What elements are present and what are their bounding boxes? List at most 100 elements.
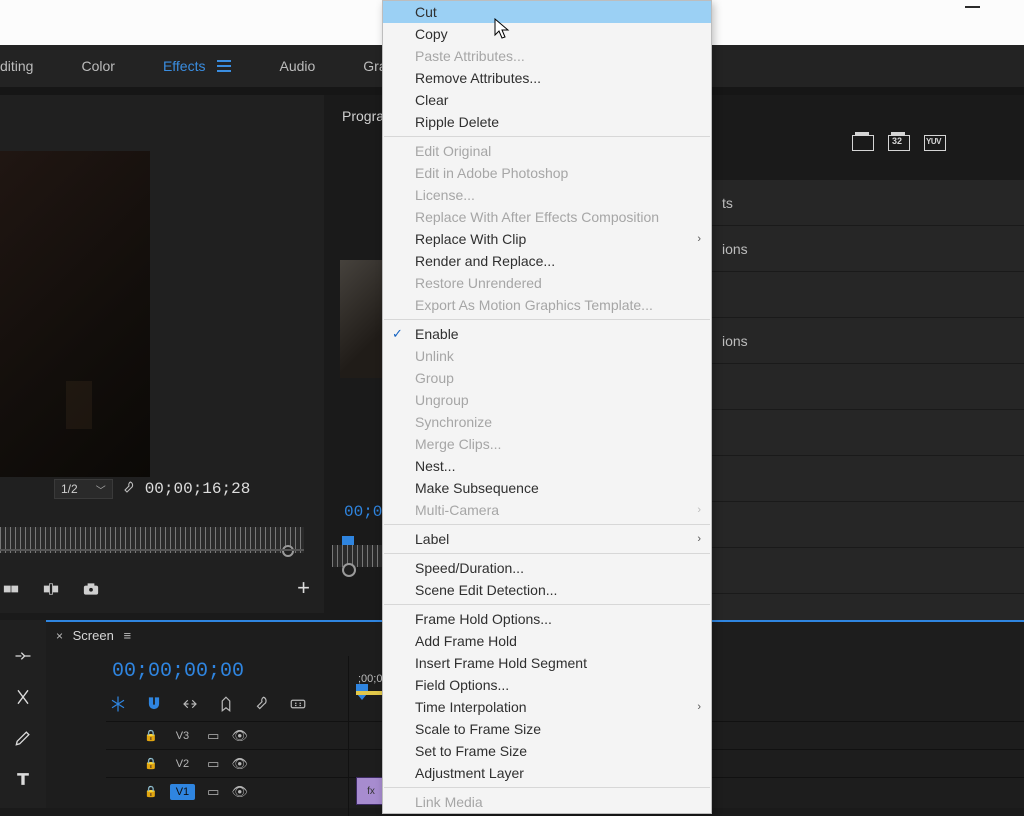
ctx-paste-attributes: Paste Attributes... bbox=[383, 45, 711, 67]
close-icon[interactable]: × bbox=[56, 629, 63, 643]
ctx-cut[interactable]: Cut bbox=[383, 1, 711, 23]
ctx-unlink: Unlink bbox=[383, 345, 711, 367]
ctx-separator bbox=[384, 553, 710, 554]
lock-icon[interactable]: 🔒 bbox=[144, 729, 158, 742]
ctx-replace-with-clip[interactable]: Replace With Clip› bbox=[383, 228, 711, 250]
ctx-ungroup: Ungroup bbox=[383, 389, 711, 411]
ctx-merge-clips: Merge Clips... bbox=[383, 433, 711, 455]
effect-row[interactable] bbox=[712, 272, 1024, 318]
yuv-icon[interactable]: YUV bbox=[924, 134, 946, 152]
ctx-add-frame-hold[interactable]: Add Frame Hold bbox=[383, 630, 711, 652]
workspace-tab-color[interactable]: Color bbox=[81, 58, 114, 74]
workspace-tab-effects[interactable]: Effects bbox=[163, 58, 206, 74]
playback-resolution-value: 1/2 bbox=[61, 482, 78, 496]
source-time-ruler[interactable] bbox=[0, 527, 304, 553]
ctx-time-interpolation[interactable]: Time Interpolation› bbox=[383, 696, 711, 718]
ctx-label[interactable]: Label› bbox=[383, 528, 711, 550]
toggle-visibility-eye-icon[interactable]: 👁 bbox=[231, 784, 248, 800]
source-button-row bbox=[0, 575, 324, 603]
effect-row[interactable]: ts bbox=[712, 180, 1024, 226]
workspace-tab-audio[interactable]: Audio bbox=[279, 58, 315, 74]
effect-row[interactable] bbox=[712, 364, 1024, 410]
source-playback-row: 1/2 ﹀ 00;00;16;28 bbox=[54, 477, 324, 501]
ctx-enable[interactable]: ✓Enable bbox=[383, 323, 711, 345]
effect-row[interactable] bbox=[712, 410, 1024, 456]
panel-menu-icon[interactable]: ≡ bbox=[123, 628, 131, 643]
effect-row[interactable]: ions bbox=[712, 318, 1024, 364]
timeline-timecode[interactable]: 00;00;00;00 bbox=[112, 660, 244, 683]
marker-icon[interactable] bbox=[216, 694, 236, 714]
ctx-copy[interactable]: Copy bbox=[383, 23, 711, 45]
toggle-visibility-eye-icon[interactable]: 👁 bbox=[231, 728, 248, 744]
lock-icon[interactable]: 🔒 bbox=[144, 757, 158, 770]
pen-tool-icon[interactable] bbox=[13, 728, 33, 753]
window-minimize-button[interactable] bbox=[965, 6, 980, 8]
ctx-render-replace[interactable]: Render and Replace... bbox=[383, 250, 711, 272]
ctx-scale-to-frame[interactable]: Scale to Frame Size bbox=[383, 718, 711, 740]
playback-resolution-select[interactable]: 1/2 ﹀ bbox=[54, 479, 113, 499]
toggle-visibility-eye-icon[interactable]: 👁 bbox=[231, 756, 248, 772]
effect-row[interactable] bbox=[712, 456, 1024, 502]
timeline-settings-wrench-icon[interactable] bbox=[252, 694, 272, 714]
calendar-icon[interactable] bbox=[852, 134, 874, 152]
ctx-restore-unrendered: Restore Unrendered bbox=[383, 272, 711, 294]
ctx-group: Group bbox=[383, 367, 711, 389]
effect-row[interactable] bbox=[712, 548, 1024, 594]
clip-context-menu: Cut Copy Paste Attributes... Remove Attr… bbox=[382, 0, 712, 814]
toggle-output-icon[interactable]: ▭ bbox=[207, 728, 219, 744]
insert-icon[interactable] bbox=[0, 579, 22, 599]
submenu-arrow-icon: › bbox=[697, 504, 701, 516]
export-frame-camera-icon[interactable] bbox=[80, 579, 102, 599]
ctx-scene-edit-detection[interactable]: Scene Edit Detection... bbox=[383, 579, 711, 601]
source-timecode[interactable]: 00;00;16;28 bbox=[145, 480, 251, 498]
button-editor-plus-icon[interactable]: + bbox=[297, 575, 310, 601]
ctx-link-media: Link Media bbox=[383, 791, 711, 813]
track-label[interactable]: V2 bbox=[170, 756, 195, 772]
timeline-tool-strip bbox=[0, 620, 46, 808]
ctx-field-options[interactable]: Field Options... bbox=[383, 674, 711, 696]
ctx-separator bbox=[384, 319, 710, 320]
linked-selection-icon[interactable] bbox=[180, 694, 200, 714]
ctx-nest[interactable]: Nest... bbox=[383, 455, 711, 477]
ripple-edit-tool-icon[interactable] bbox=[13, 646, 33, 671]
sequence-tab[interactable]: × Screen ≡ bbox=[56, 628, 131, 643]
effect-row[interactable] bbox=[712, 502, 1024, 548]
lock-icon[interactable]: 🔒 bbox=[144, 785, 158, 798]
submenu-arrow-icon: › bbox=[697, 533, 701, 545]
submenu-arrow-icon: › bbox=[697, 701, 701, 713]
program-panel-title: Progra bbox=[342, 108, 384, 124]
ctx-set-to-frame[interactable]: Set to Frame Size bbox=[383, 740, 711, 762]
ctx-edit-photoshop: Edit in Adobe Photoshop bbox=[383, 162, 711, 184]
num-32-icon[interactable]: 32 bbox=[888, 134, 910, 152]
zoom-handle-icon[interactable] bbox=[282, 545, 294, 557]
ctx-clear[interactable]: Clear bbox=[383, 89, 711, 111]
ctx-ripple-delete[interactable]: Ripple Delete bbox=[383, 111, 711, 133]
rate-stretch-tool-icon[interactable] bbox=[13, 687, 33, 712]
settings-wrench-icon[interactable] bbox=[121, 480, 137, 499]
ctx-multi-camera: Multi-Camera› bbox=[383, 499, 711, 521]
ctx-separator bbox=[384, 787, 710, 788]
snap-magnet-icon[interactable] bbox=[144, 694, 164, 714]
source-monitor-panel: 1/2 ﹀ 00;00;16;28 + bbox=[0, 95, 324, 613]
track-label[interactable]: V3 bbox=[170, 728, 195, 744]
ctx-remove-attributes[interactable]: Remove Attributes... bbox=[383, 67, 711, 89]
program-zoom-handle-icon[interactable] bbox=[342, 563, 356, 577]
track-label[interactable]: V1 bbox=[170, 784, 195, 800]
workspace-menu-icon[interactable] bbox=[217, 60, 231, 72]
toggle-output-icon[interactable]: ▭ bbox=[207, 784, 219, 800]
type-tool-icon[interactable] bbox=[13, 769, 33, 794]
ctx-insert-frame-hold-segment[interactable]: Insert Frame Hold Segment bbox=[383, 652, 711, 674]
ctx-separator bbox=[384, 524, 710, 525]
toggle-output-icon[interactable]: ▭ bbox=[207, 756, 219, 772]
ctx-adjustment-layer[interactable]: Adjustment Layer bbox=[383, 762, 711, 784]
captions-icon[interactable] bbox=[288, 694, 308, 714]
overwrite-icon[interactable] bbox=[40, 579, 62, 599]
program-timecode[interactable]: 00;0 bbox=[344, 503, 382, 521]
ctx-frame-hold-options[interactable]: Frame Hold Options... bbox=[383, 608, 711, 630]
ctx-speed-duration[interactable]: Speed/Duration... bbox=[383, 557, 711, 579]
insert-sequence-icon[interactable] bbox=[108, 694, 128, 714]
ctx-make-subsequence[interactable]: Make Subsequence bbox=[383, 477, 711, 499]
workspace-tab-editing[interactable]: diting bbox=[0, 58, 33, 74]
effect-row[interactable]: ions bbox=[712, 226, 1024, 272]
ctx-edit-original: Edit Original bbox=[383, 140, 711, 162]
